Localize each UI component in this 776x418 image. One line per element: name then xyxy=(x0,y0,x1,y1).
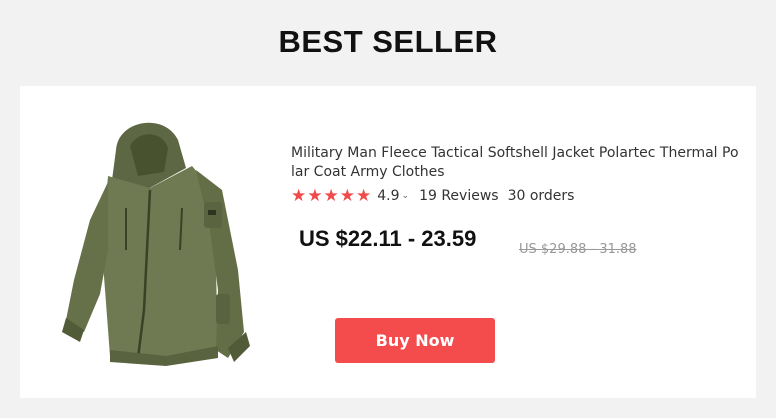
jacket-image xyxy=(62,122,250,366)
buy-now-button[interactable]: Buy Now xyxy=(335,318,495,363)
chevron-down-icon[interactable]: ⌄ xyxy=(402,191,410,201)
orders-count: 30 orders xyxy=(507,188,575,204)
star-icon: ★ xyxy=(323,186,339,206)
star-icon: ★ xyxy=(291,186,307,206)
star-icon: ★ xyxy=(356,186,372,206)
page: BEST SELLER Military Man Fleece Tactical… xyxy=(0,0,776,418)
product-image[interactable] xyxy=(46,110,258,372)
reviews-link[interactable]: 19 Reviews xyxy=(419,188,499,204)
product-card: Military Man Fleece Tactical Softshell J… xyxy=(20,86,756,398)
star-icon: ★ xyxy=(307,186,323,206)
original-price: US $29.88 - 31.88 xyxy=(519,242,637,257)
product-title[interactable]: Military Man Fleece Tactical Softshell J… xyxy=(291,144,741,182)
product-price: US $22.11 - 23.59 xyxy=(299,226,477,251)
rating-row: ★ ★ ★ ★ ★ 4.9 ⌄ 19 Reviews 30 orders xyxy=(291,186,574,206)
rating-stars: ★ ★ ★ ★ ★ xyxy=(291,186,371,206)
star-icon: ★ xyxy=(339,186,355,206)
rating-value: 4.9 xyxy=(377,188,400,204)
page-title: BEST SELLER xyxy=(278,24,498,59)
